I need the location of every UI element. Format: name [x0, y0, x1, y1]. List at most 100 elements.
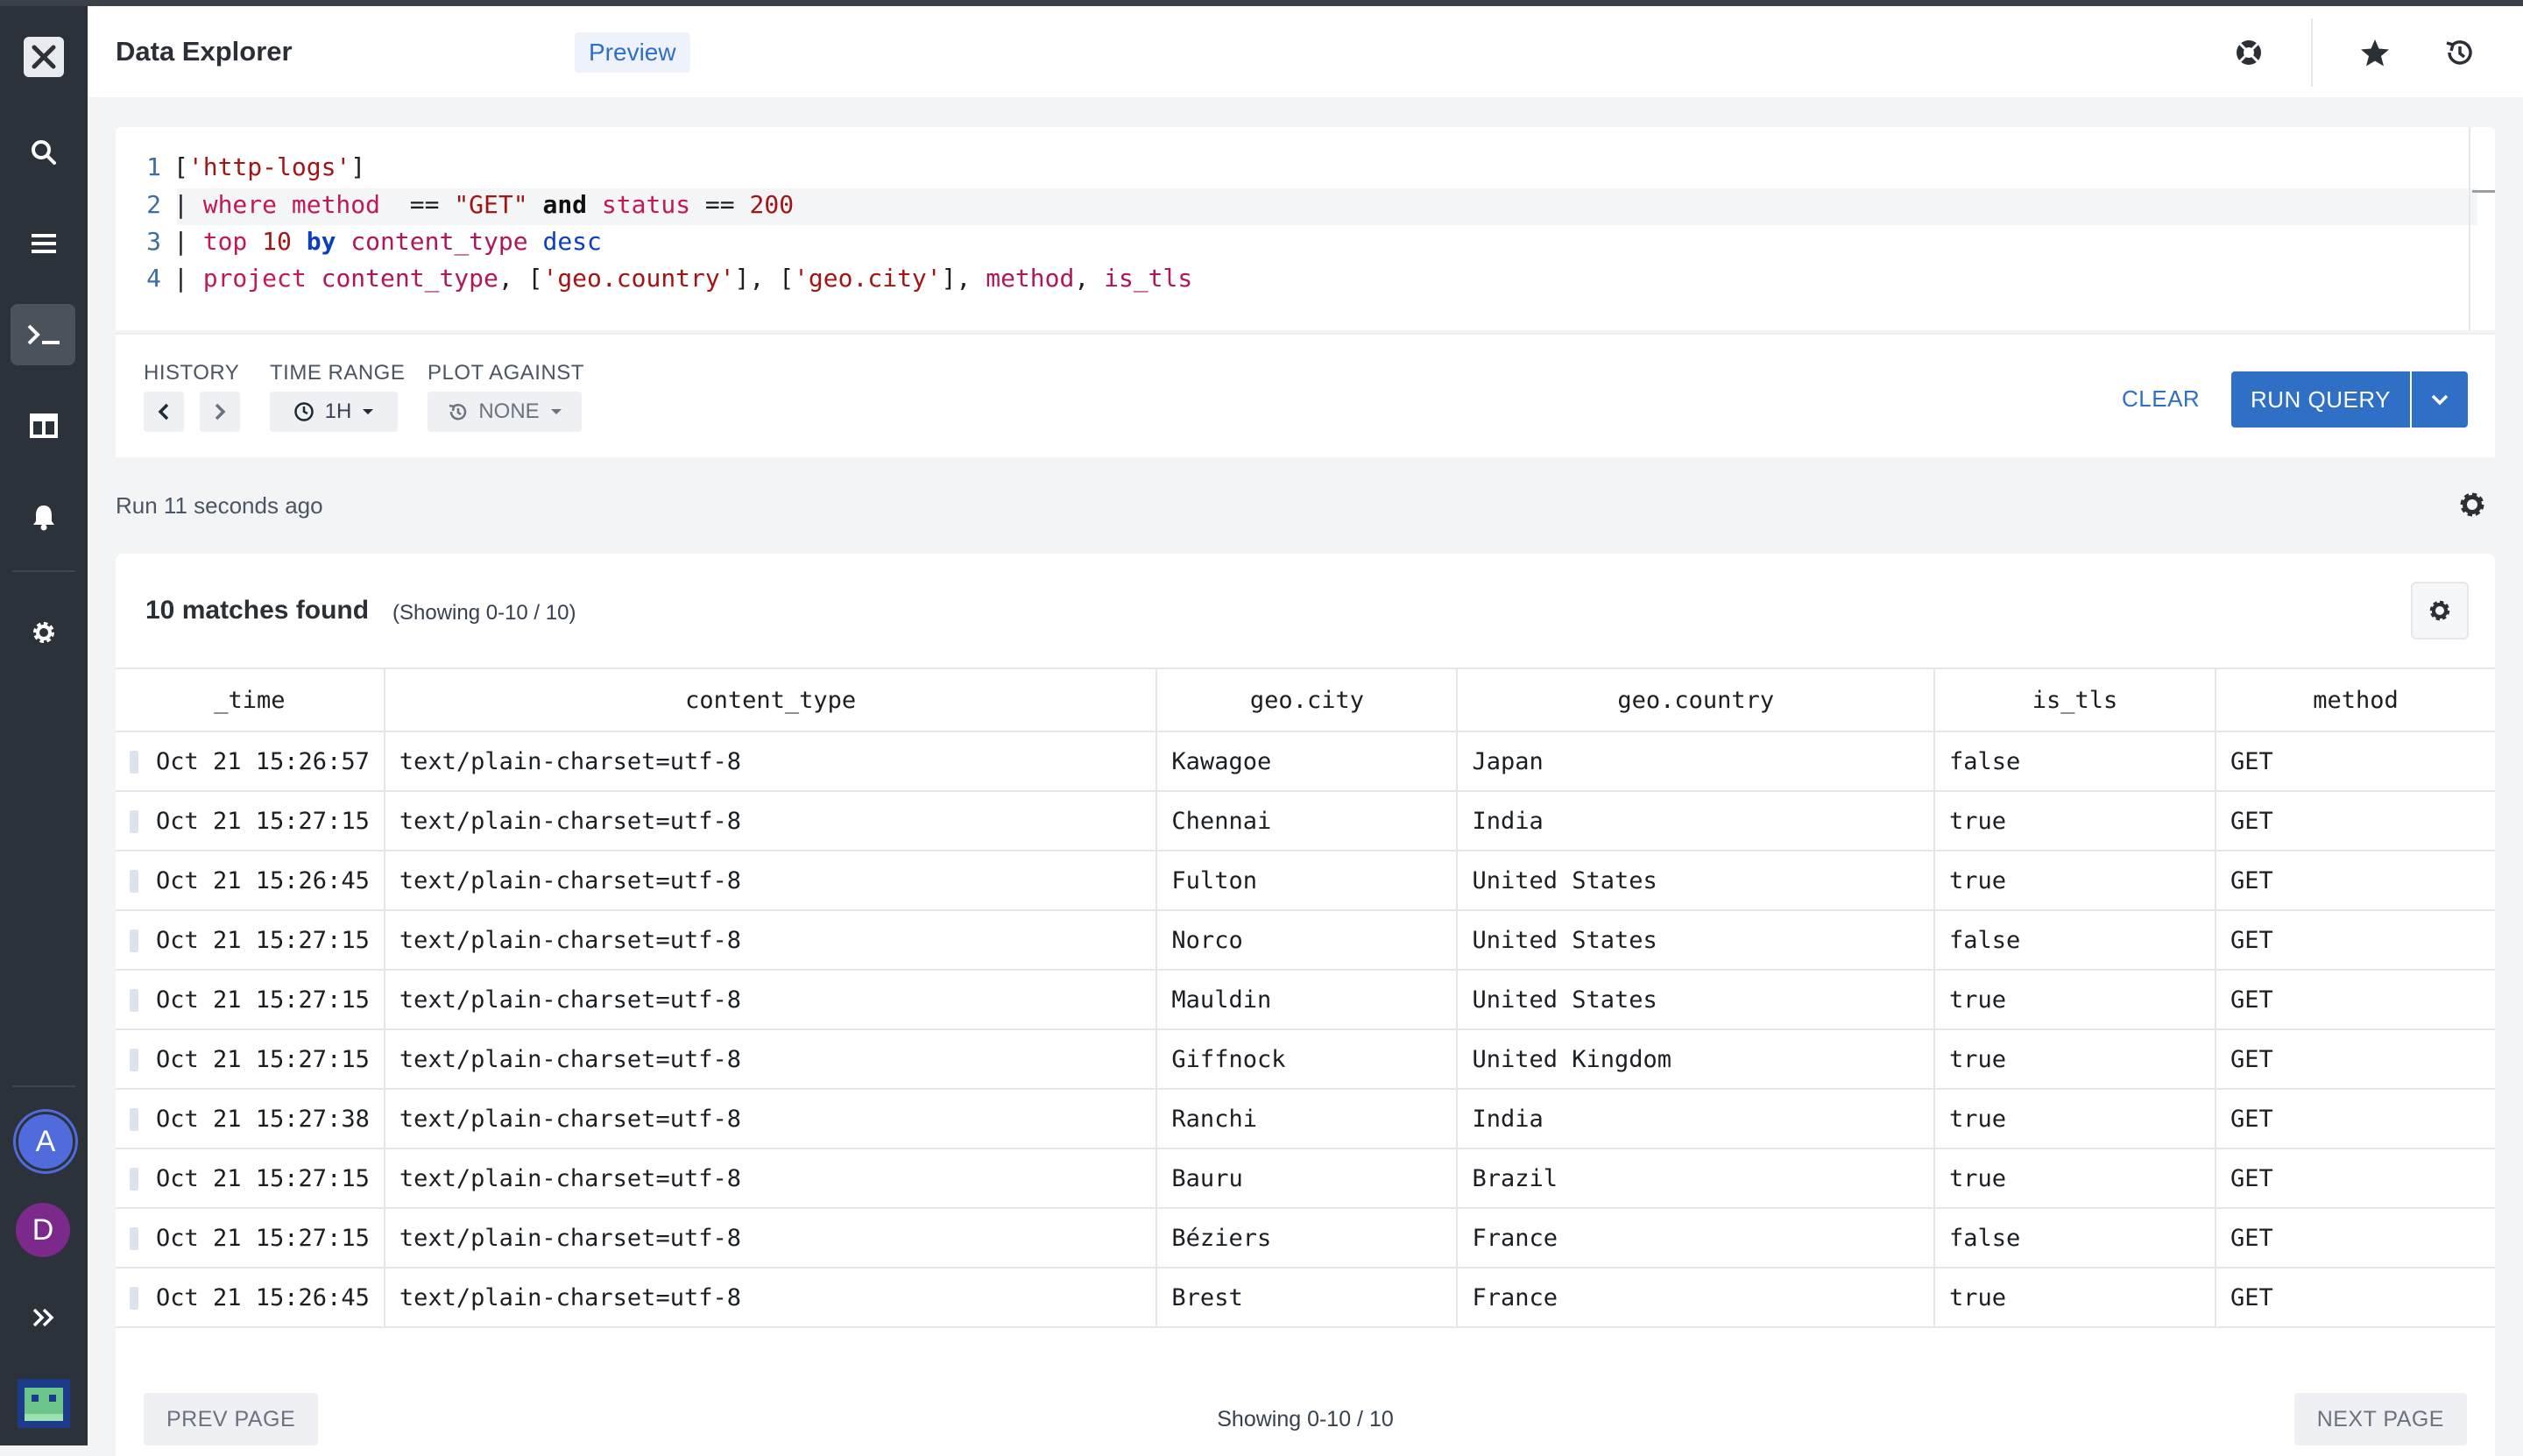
- table-row[interactable]: Oct 21 15:27:15 text/plain-charset=utf-8 B…: [116, 1207, 2495, 1269]
- cell-content-type: text/plain-charset=utf-8: [383, 1028, 1158, 1090]
- row-indicator: [130, 1108, 138, 1131]
- cell-content-type: text/plain-charset=utf-8: [383, 1088, 1158, 1149]
- row-indicator: [130, 751, 138, 774]
- column-header[interactable]: content_type: [383, 668, 1158, 732]
- column-header[interactable]: geo.city: [1155, 668, 1459, 732]
- plot-against-value: NONE: [478, 399, 540, 423]
- row-indicator: [130, 810, 138, 833]
- cell-is-tls: true: [1933, 850, 2216, 911]
- cell-geo-city: Bauru: [1155, 1148, 1459, 1209]
- terminal-icon[interactable]: [0, 304, 88, 365]
- search-icon[interactable]: [0, 122, 88, 183]
- chevron-down-icon: [2431, 394, 2449, 406]
- history-icon[interactable]: [2439, 32, 2479, 73]
- app-logo: [0, 1373, 88, 1434]
- history-back-button[interactable]: [144, 392, 184, 432]
- cell-geo-city: Béziers: [1155, 1207, 1459, 1269]
- table-row[interactable]: Oct 21 15:27:15 text/plain-charset=utf-8 N…: [116, 909, 2495, 971]
- cell-time: Oct 21 15:27:15: [156, 926, 370, 954]
- run-status: Run 11 seconds ago: [116, 492, 323, 519]
- table-row[interactable]: Oct 21 15:27:15 text/plain-charset=utf-8 G…: [116, 1028, 2495, 1090]
- cell-geo-country: United Kingdom: [1456, 1028, 1935, 1090]
- table-row[interactable]: Oct 21 15:26:45 text/plain-charset=utf-8 F…: [116, 850, 2495, 911]
- menu-icon[interactable]: [0, 213, 88, 274]
- cell-is-tls: false: [1933, 909, 2216, 971]
- cell-geo-country: India: [1456, 790, 1935, 852]
- cell-is-tls: true: [1933, 1267, 2216, 1328]
- cell-time: Oct 21 15:26:45: [156, 866, 370, 894]
- time-range-label: TIME RANGE: [270, 361, 406, 385]
- query-editor[interactable]: 1 ['http-logs'] 2 | where method == "GET" …: [116, 127, 2495, 330]
- window-top-strip: [0, 0, 2523, 6]
- code-line-4: 4 | project content_type, ['geo.country']…: [146, 264, 1193, 293]
- results-table: _time content_type geo.city geo.country …: [116, 668, 2495, 1328]
- cell-method: GET: [2214, 1267, 2495, 1328]
- table-row[interactable]: Oct 21 15:27:38 text/plain-charset=utf-8 R…: [116, 1088, 2495, 1149]
- time-range-value: 1H: [324, 399, 352, 423]
- table-settings-button[interactable]: [2411, 582, 2469, 640]
- column-header[interactable]: is_tls: [1933, 668, 2216, 732]
- results-panel: 10 matches found (Showing 0-10 / 10) _ti…: [116, 554, 2495, 1456]
- bell-icon[interactable]: [0, 486, 88, 548]
- table-icon[interactable]: [0, 395, 88, 456]
- code-line-3: 3 | top 10 by content_type desc: [146, 227, 602, 256]
- org-avatar-initial: D: [32, 1212, 54, 1247]
- prev-page-button[interactable]: PREV PAGE: [144, 1393, 319, 1445]
- cell-geo-city: Brest: [1155, 1267, 1459, 1328]
- sidebar: A D: [0, 6, 88, 1445]
- cell-method: GET: [2214, 969, 2495, 1030]
- table-row[interactable]: Oct 21 15:27:15 text/plain-charset=utf-8 B…: [116, 1148, 2495, 1209]
- settings-gear-icon[interactable]: [2456, 489, 2488, 525]
- run-query-options-button[interactable]: [2412, 371, 2468, 428]
- time-range-dropdown[interactable]: 1H: [270, 392, 398, 432]
- clear-button[interactable]: CLEAR: [2122, 385, 2200, 413]
- row-indicator: [130, 870, 138, 893]
- history-forward-button[interactable]: [200, 392, 240, 432]
- table-row[interactable]: Oct 21 15:26:45 text/plain-charset=utf-8 B…: [116, 1267, 2495, 1328]
- org-avatar[interactable]: D: [16, 1203, 70, 1257]
- cell-is-tls: true: [1933, 969, 2216, 1030]
- gear-icon: [2429, 600, 2450, 621]
- cell-geo-city: Mauldin: [1155, 969, 1459, 1030]
- row-indicator: [130, 1227, 138, 1250]
- cell-content-type: text/plain-charset=utf-8: [383, 1267, 1158, 1328]
- cell-geo-city: Kawagoe: [1155, 731, 1459, 792]
- cell-content-type: text/plain-charset=utf-8: [383, 1148, 1158, 1209]
- cell-geo-country: United States: [1456, 969, 1935, 1030]
- column-header[interactable]: method: [2214, 668, 2495, 732]
- cell-geo-country: France: [1456, 1207, 1935, 1269]
- cell-geo-city: Chennai: [1155, 790, 1459, 852]
- column-header[interactable]: _time: [116, 668, 385, 732]
- table-row[interactable]: Oct 21 15:27:15 text/plain-charset=utf-8 C…: [116, 790, 2495, 852]
- column-header[interactable]: geo.country: [1456, 668, 1935, 732]
- close-icon[interactable]: [24, 37, 64, 77]
- cell-method: GET: [2214, 1148, 2495, 1209]
- star-icon[interactable]: [2355, 32, 2395, 73]
- cell-time: Oct 21 15:27:15: [156, 1164, 370, 1192]
- cell-geo-city: Norco: [1155, 909, 1459, 971]
- header-divider: [2311, 18, 2313, 87]
- gear-icon[interactable]: [0, 602, 88, 663]
- cell-time: Oct 21 15:26:57: [156, 747, 370, 775]
- plot-against-dropdown[interactable]: NONE: [428, 392, 582, 432]
- cell-time: Oct 21 15:27:15: [156, 807, 370, 835]
- table-row[interactable]: Oct 21 15:26:57 text/plain-charset=utf-8 K…: [116, 731, 2495, 792]
- cell-content-type: text/plain-charset=utf-8: [383, 969, 1158, 1030]
- cell-is-tls: false: [1933, 731, 2216, 792]
- cell-geo-country: France: [1456, 1267, 1935, 1328]
- avatar[interactable]: A: [16, 1112, 75, 1171]
- help-icon[interactable]: [2229, 32, 2269, 73]
- run-query-button[interactable]: RUN QUERY: [2231, 371, 2410, 428]
- table-row[interactable]: Oct 21 15:27:15 text/plain-charset=utf-8 M…: [116, 969, 2495, 1030]
- cell-method: GET: [2214, 1088, 2495, 1149]
- cell-is-tls: true: [1933, 1088, 2216, 1149]
- page-title: Data Explorer: [116, 36, 293, 67]
- row-indicator: [130, 1287, 138, 1310]
- cell-geo-city: Giffnock: [1155, 1028, 1459, 1090]
- expand-icon[interactable]: [0, 1287, 88, 1348]
- cell-method: GET: [2214, 1028, 2495, 1090]
- cell-time: Oct 21 15:27:15: [156, 1224, 370, 1252]
- next-page-button[interactable]: NEXT PAGE: [2293, 1393, 2467, 1445]
- editor-scrollbar[interactable]: [2469, 127, 2495, 330]
- cell-method: GET: [2214, 909, 2495, 971]
